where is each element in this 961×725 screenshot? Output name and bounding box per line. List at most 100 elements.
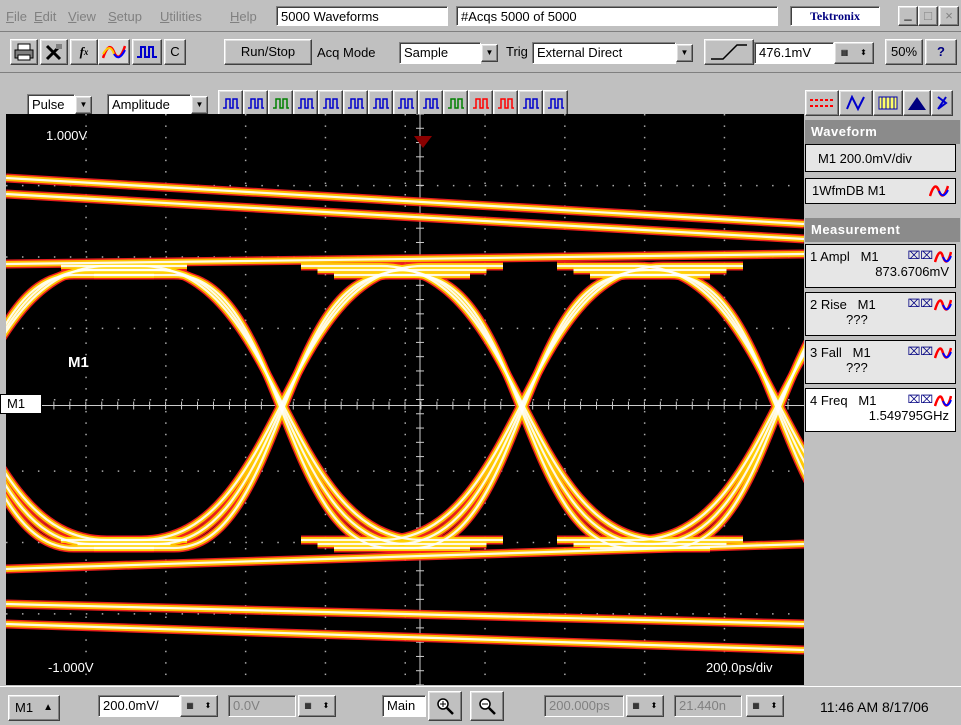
trigger-level-field[interactable]: 476.1mV: [754, 42, 834, 64]
keypad-icon[interactable]: ▦: [299, 696, 317, 716]
waveform-view-icon[interactable]: [839, 90, 873, 116]
channel-select-button[interactable]: M1 ▲: [8, 695, 60, 721]
trigger-level-spinner[interactable]: ▦ ⬍: [834, 42, 874, 64]
horizontal-position-field[interactable]: 200.000ps: [544, 695, 624, 717]
offset-field[interactable]: 0.0V: [228, 695, 296, 717]
view-icon-row: [805, 90, 953, 116]
clock: 11:46 AM 8/17/06: [820, 699, 929, 715]
side-panel: Waveform M1 200.0mV/div 1WfmDB M1 Measur…: [805, 114, 961, 685]
cross-icon[interactable]: [518, 90, 543, 116]
timebase-mode-field[interactable]: Main: [382, 695, 426, 717]
tools-icon[interactable]: [40, 39, 68, 65]
menu-bar: File Edit View Setup Utilities Help 5000…: [0, 0, 961, 32]
waveform-header: Waveform: [805, 120, 960, 144]
math-function-icon[interactable]: fx: [70, 39, 98, 65]
stats-icon[interactable]: ⌧⌧: [908, 297, 933, 310]
eye-display-icon: [934, 299, 952, 311]
maximize-button[interactable]: □: [918, 6, 938, 26]
trigger-50-percent-button[interactable]: 50%: [885, 39, 923, 65]
menu-help[interactable]: Help: [230, 9, 257, 24]
stats-icon[interactable]: ⌧⌧: [908, 345, 933, 358]
record-spinner[interactable]: ▦ ⬍: [746, 695, 784, 717]
burst-icon[interactable]: [343, 90, 368, 116]
undershoot-icon[interactable]: [468, 90, 493, 116]
overshoot-icon[interactable]: [443, 90, 468, 116]
eye-display-icon: [934, 251, 952, 263]
measurement-value: ???: [846, 312, 868, 327]
trig-source-select[interactable]: External Direct: [532, 42, 676, 64]
menu-edit[interactable]: Edit: [34, 9, 56, 24]
negative-width-icon[interactable]: [293, 90, 318, 116]
waveform-scale-box[interactable]: M1 200.0mV/div: [805, 144, 956, 172]
timebase-label: 200.0ps/div: [706, 660, 773, 675]
wfmdb-box[interactable]: 1WfmDB M1: [805, 178, 956, 204]
ampl-icon[interactable]: [493, 90, 518, 116]
spin-up-down-icon[interactable]: ⬍: [765, 696, 783, 716]
vertical-scale-field[interactable]: 200.0mV/: [98, 695, 180, 717]
spin-up-down-icon[interactable]: ⬍: [317, 696, 335, 716]
stats-icon[interactable]: ⌧⌧: [908, 393, 933, 406]
spin-up-down-icon[interactable]: ⬍: [199, 696, 217, 716]
position-spinner[interactable]: ▦ ⬍: [626, 695, 664, 717]
positive-width-icon[interactable]: [268, 90, 293, 116]
more-icon[interactable]: [931, 90, 953, 116]
offset-spinner[interactable]: ▦ ⬍: [298, 695, 336, 717]
pulse-train-icon[interactable]: [218, 90, 243, 116]
amplitude-dropdown-icon[interactable]: ▼: [191, 96, 208, 114]
amplitude-select[interactable]: Amplitude: [107, 94, 191, 116]
menu-view[interactable]: View: [68, 9, 96, 24]
channel-select-label: M1: [15, 700, 34, 715]
acq-mode-select[interactable]: Sample: [399, 42, 481, 64]
close-button[interactable]: ×: [939, 6, 959, 26]
measurement-header: Measurement: [805, 218, 960, 242]
eye-display-icon: [934, 347, 952, 359]
mask-icon[interactable]: [903, 90, 931, 116]
menu-setup[interactable]: Setup: [108, 9, 142, 24]
keypad-icon[interactable]: ▦: [627, 696, 645, 716]
zoom-out-icon[interactable]: [470, 691, 504, 721]
jitter-icon[interactable]: [543, 90, 568, 116]
pulse-dropdown-icon[interactable]: ▼: [75, 96, 92, 114]
measurement-2[interactable]: 2 Rise M1 ⌧⌧ ???: [805, 292, 956, 336]
keypad-icon[interactable]: ▦: [747, 696, 765, 716]
top-level-label: 1.000V: [46, 128, 88, 143]
acq-mode-dropdown-icon[interactable]: ▼: [481, 44, 498, 62]
period-icon[interactable]: [243, 90, 268, 116]
brand-logo: Tektronix: [790, 6, 880, 26]
measurement-3[interactable]: 3 Fall M1 ⌧⌧ ???: [805, 340, 956, 384]
channel-offset-marker[interactable]: M1: [0, 394, 42, 414]
stats-icon[interactable]: ⌧⌧: [908, 249, 933, 262]
clear-button[interactable]: C: [164, 39, 186, 65]
trig-dropdown-icon[interactable]: ▼: [676, 44, 693, 62]
keypad-icon[interactable]: ▦: [835, 43, 854, 63]
measurement-4[interactable]: 4 Freq M1 ⌧⌧ 1.549795GHz: [805, 388, 956, 432]
help-button[interactable]: ?: [925, 39, 957, 65]
trigger-position-icon[interactable]: [414, 136, 432, 148]
vertical-scale-spinner[interactable]: ▦ ⬍: [180, 695, 218, 717]
trigger-slope-icon[interactable]: [704, 39, 754, 65]
run-stop-button[interactable]: Run/Stop: [224, 39, 312, 65]
histogram-icon[interactable]: [873, 90, 903, 116]
pulse-select[interactable]: Pulse: [27, 94, 75, 116]
cursor-icon[interactable]: [805, 90, 839, 116]
spin-up-down-icon[interactable]: ⬍: [645, 696, 663, 716]
measurement-1[interactable]: 1 Ampl M1 ⌧⌧ 873.6706mV: [805, 244, 956, 288]
spin-up-down-icon[interactable]: ⬍: [854, 43, 873, 63]
duty-cycle-icon[interactable]: [318, 90, 343, 116]
record-length-field[interactable]: 21.440n: [674, 695, 742, 717]
keypad-icon[interactable]: ▦: [181, 696, 199, 716]
print-icon[interactable]: [10, 39, 38, 65]
eye-display-icon[interactable]: [98, 39, 130, 65]
menu-file[interactable]: File: [6, 9, 27, 24]
minimize-button[interactable]: _: [898, 6, 918, 26]
zoom-in-icon[interactable]: [428, 691, 462, 721]
menu-utilities[interactable]: Utilities: [160, 9, 202, 24]
cycle-icon[interactable]: [368, 90, 393, 116]
waveform-display[interactable]: 1.000V -1.000V 200.0ps/div M1: [6, 114, 804, 685]
fall-icon[interactable]: [418, 90, 443, 116]
acq-mode-label: Acq Mode: [317, 45, 376, 60]
rise-icon[interactable]: [393, 90, 418, 116]
channel-display-icon[interactable]: [132, 39, 162, 65]
measurement-icon-row: [218, 90, 568, 116]
trig-label: Trig: [506, 44, 528, 59]
